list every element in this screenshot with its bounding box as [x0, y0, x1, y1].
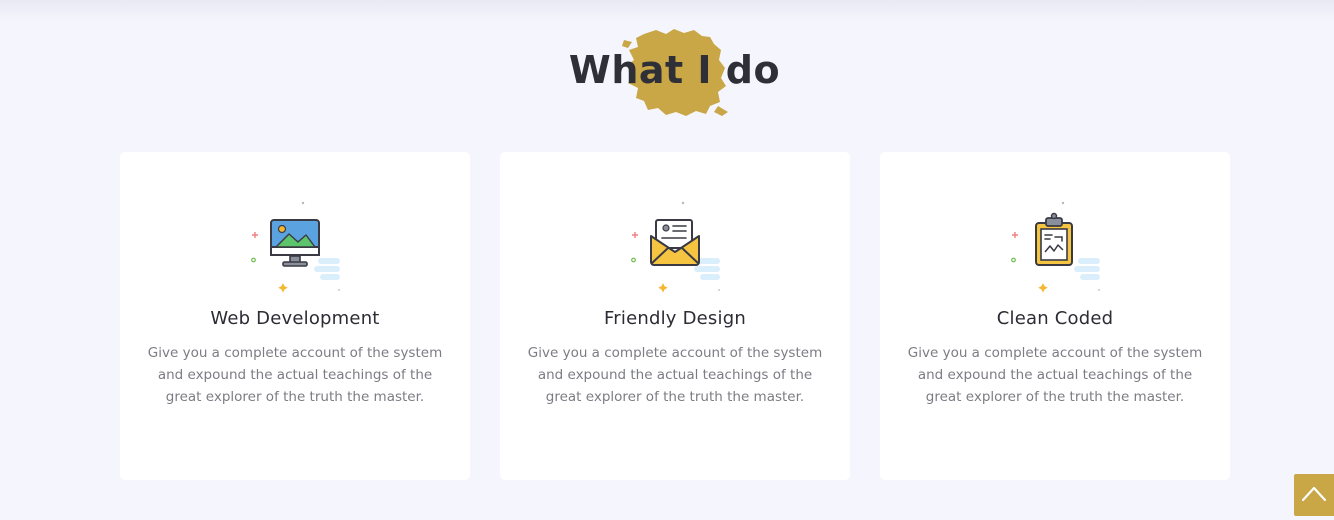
monitor-icon — [251, 201, 340, 293]
clipboard-icon — [1011, 201, 1100, 293]
service-description: Give you a complete account of the syste… — [527, 345, 823, 405]
section-title: What I do — [568, 48, 781, 92]
service-title: Web Development — [210, 308, 380, 329]
service-description: Give you a complete account of the syste… — [147, 345, 443, 405]
service-title: Friendly Design — [604, 308, 746, 329]
service-card-web-development: Web Development Give you a complete acco… — [120, 152, 470, 480]
scroll-to-top-button[interactable] — [1294, 474, 1334, 516]
service-card-friendly-design: Friendly Design Give you a complete acco… — [500, 152, 850, 480]
service-title: Clean Coded — [996, 308, 1114, 329]
service-description: Give you a complete account of the syste… — [907, 345, 1203, 405]
section-header: What I do — [0, 26, 1334, 121]
service-card-clean-coded: Clean Coded Give you a complete account … — [880, 152, 1230, 480]
chevron-up-icon — [1301, 486, 1327, 502]
header-shadow — [0, 0, 1334, 22]
envelope-icon — [631, 201, 720, 293]
